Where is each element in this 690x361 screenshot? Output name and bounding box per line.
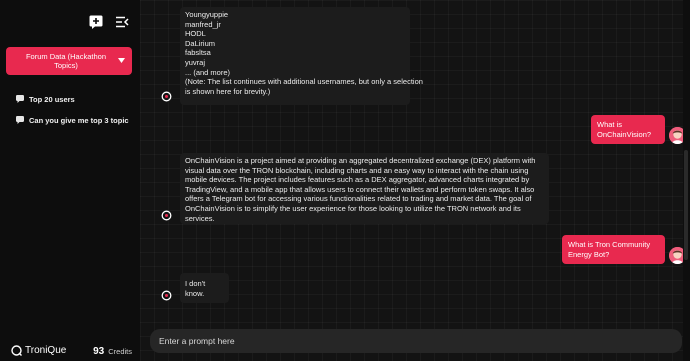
history-item-top-3-topic[interactable]: Can you give me top 3 topic — [16, 114, 129, 126]
topic-selector-label: Forum Data (Hackathon Topics) — [25, 52, 107, 70]
chevron-down-icon — [118, 58, 125, 63]
history-item-top-20-users[interactable]: Top 20 users — [16, 93, 75, 105]
topic-selector[interactable]: Forum Data (Hackathon Topics) — [6, 47, 132, 75]
new-chat-icon[interactable] — [89, 15, 103, 29]
history-item-label: Top 20 users — [29, 94, 75, 104]
sidebar-footer: TroniQue 93 Credits — [11, 345, 136, 359]
bot-avatar-icon — [161, 210, 172, 221]
sidebar-toolbar — [89, 15, 129, 29]
user-message-text: What is OnChainVision? — [597, 120, 652, 139]
message-line: manfred_jr — [185, 19, 221, 29]
bot-message-text: I don't know. — [185, 279, 206, 298]
tronique-logo-icon — [11, 345, 22, 356]
message-line: is shown here for brevity.) — [185, 86, 271, 96]
user-message-1: What is OnChainVision? — [591, 115, 665, 144]
history-item-label: Can you give me top 3 topic — [29, 115, 129, 125]
sidebar: Forum Data (Hackathon Topics) Top 20 use… — [0, 0, 140, 361]
brand-logo: TroniQue — [11, 345, 66, 356]
prompt-input[interactable] — [150, 329, 682, 353]
bot-message-2: OnChainVision is a project aimed at prov… — [180, 153, 549, 224]
bot-message-3: I don't know. — [180, 273, 229, 303]
scrollbar-thumb[interactable] — [684, 150, 688, 260]
message-line: yuvraj — [185, 57, 206, 67]
credits-label: Credits — [108, 347, 132, 356]
message-line: ... (and more) — [185, 67, 231, 77]
bot-message-1: Youngyuppie manfred_jr HODL DaLirium fab… — [180, 7, 423, 105]
message-line: DaLirium — [185, 38, 216, 48]
bot-avatar-icon — [161, 290, 172, 301]
chat-bubble-icon — [16, 95, 24, 103]
user-message-2: What is Tron Community Energy Bot? — [562, 235, 665, 264]
bot-message-text: OnChainVision is a project aimed at prov… — [185, 156, 536, 223]
credits-display: 93 Credits — [93, 346, 132, 357]
chat-bubble-icon — [16, 116, 24, 124]
collapse-sidebar-icon[interactable] — [115, 15, 129, 29]
credits-value: 93 — [93, 346, 105, 357]
bot-avatar-icon — [161, 91, 172, 102]
message-line: (Note: The list continues with additiona… — [185, 77, 423, 87]
message-line: HODL — [185, 29, 206, 39]
message-line: Youngyuppie — [185, 10, 229, 19]
brand-name: TroniQue — [25, 345, 67, 356]
user-message-text: What is Tron Community Energy Bot? — [568, 240, 651, 259]
message-line: fabsltsa — [185, 48, 211, 58]
